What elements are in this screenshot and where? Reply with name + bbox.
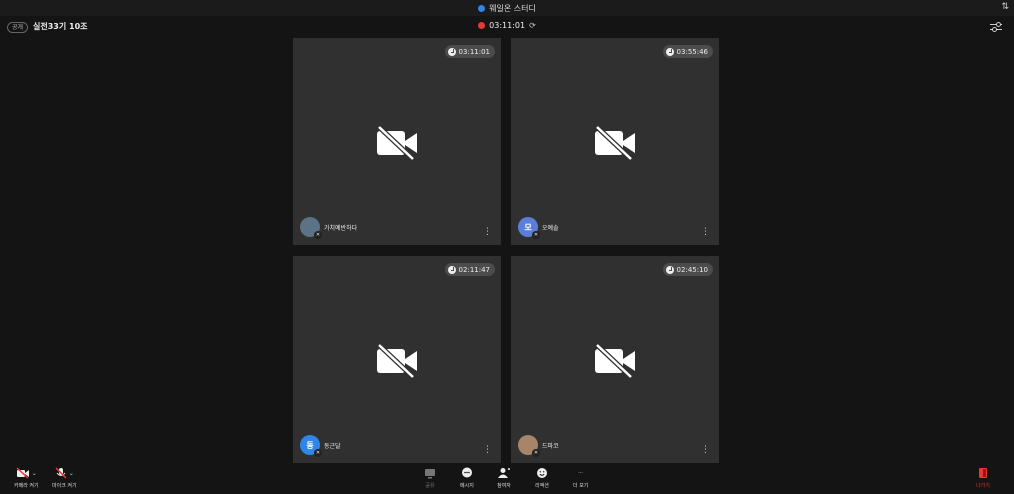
app-title-text: 웨일온 스터디 xyxy=(489,3,536,13)
screen-share-icon xyxy=(425,468,435,478)
participant-tile[interactable]: 03:55:46 모 ✕ 오예솔 ⋮ xyxy=(511,38,719,245)
camera-off-icon xyxy=(595,126,635,160)
participant-name: 오예솔 xyxy=(542,224,559,232)
participant-name: 가치예반하다 xyxy=(324,224,358,232)
avatar: ✕ xyxy=(300,217,322,239)
participant-timer: 03:11:01 xyxy=(444,45,495,58)
reaction-label: 리액션 xyxy=(535,483,549,489)
camera-label: 카메라 켜기 xyxy=(14,483,39,489)
participants-label: 참여자 xyxy=(497,483,511,489)
participant-timer: 02:45:10 xyxy=(662,263,713,276)
participant-tile[interactable]: 02:11:47 동 ✕ 동근달 ⋮ xyxy=(293,256,501,463)
app-title: 웨일온 스터디 xyxy=(0,0,1014,16)
participant-timer: 03:55:46 xyxy=(662,45,713,58)
clock-icon xyxy=(447,265,456,274)
mic-muted-icon: ✕ xyxy=(314,231,322,239)
mic-off-icon xyxy=(55,467,67,479)
participant-info: ✕ 가치예반하다 xyxy=(300,217,358,239)
more-options-icon[interactable]: ⋮ xyxy=(483,228,492,237)
camera-off-icon xyxy=(16,467,29,479)
participant-timer: 02:11:47 xyxy=(444,263,495,276)
exit-door-icon xyxy=(978,468,987,478)
leave-button[interactable]: 나가기 xyxy=(976,466,990,489)
participant-tile[interactable]: 02:45:10 ✕ 드파코 ⋮ xyxy=(511,256,719,463)
more-button[interactable]: ⋯ 더 보기 xyxy=(573,466,588,489)
more-horizontal-icon: ⋯ xyxy=(578,470,584,476)
participant-name: 동근달 xyxy=(324,442,341,450)
reaction-button[interactable]: 리액션 xyxy=(535,466,549,489)
mic-muted-icon: ✕ xyxy=(532,449,540,457)
recording-status: 03:11:01 ⟳ xyxy=(0,21,1014,30)
participant-info: ✕ 드파코 xyxy=(518,435,559,457)
meeting-info-bar: 공개 실전33기 10조 03:11:01 ⟳ xyxy=(0,16,1014,38)
timer-text: 03:55:46 xyxy=(676,47,708,56)
mic-muted-icon: ✕ xyxy=(314,449,322,457)
timer-text: 03:11:01 xyxy=(458,47,490,56)
camera-off-icon xyxy=(595,344,635,378)
message-button[interactable]: 메시지 xyxy=(460,466,474,489)
avatar: ✕ xyxy=(518,435,540,457)
chevron-down-icon[interactable]: ⌄ xyxy=(69,470,74,477)
share-label: 공유 xyxy=(425,483,435,489)
recording-time: 03:11:01 xyxy=(489,21,526,30)
recording-icon xyxy=(478,22,486,29)
leave-label: 나가기 xyxy=(976,483,990,489)
bottom-toolbar: ⌄ 카메라 켜기 ⌄ 마이크 켜기 공유 메시지 참여자 리액션 ⋯ 더 보기 … xyxy=(0,464,1014,494)
participant-info: 동 ✕ 동근달 xyxy=(300,435,341,457)
title-bar: 웨일온 스터디 ⇅ xyxy=(0,0,1014,16)
mic-muted-icon: ✕ xyxy=(532,231,540,239)
clock-icon xyxy=(665,265,674,274)
message-label: 메시지 xyxy=(460,483,474,489)
more-options-icon[interactable]: ⋮ xyxy=(483,446,492,455)
participants-button[interactable]: 참여자 xyxy=(497,466,511,489)
camera-off-icon xyxy=(377,344,417,378)
more-label: 더 보기 xyxy=(573,483,589,489)
timer-text: 02:11:47 xyxy=(458,265,490,274)
mic-label: 마이크 켜기 xyxy=(52,483,77,489)
more-options-icon[interactable]: ⋮ xyxy=(701,446,710,455)
chevron-down-icon[interactable]: ⌄ xyxy=(32,470,37,477)
smile-icon xyxy=(536,468,547,478)
participants-icon xyxy=(498,468,510,478)
participant-info: 모 ✕ 오예솔 xyxy=(518,217,559,239)
whale-logo-icon xyxy=(478,4,486,12)
more-options-icon[interactable]: ⋮ xyxy=(701,228,710,237)
clock-icon xyxy=(447,47,456,56)
share-button[interactable]: 공유 xyxy=(424,466,436,489)
clock-icon xyxy=(665,47,674,56)
sort-icon[interactable]: ⇅ xyxy=(1001,2,1009,12)
participant-tile[interactable]: 03:11:01 ✕ 가치예반하다 ⋮ xyxy=(293,38,501,245)
timer-text: 02:45:10 xyxy=(676,265,708,274)
camera-off-icon xyxy=(377,126,417,160)
camera-button[interactable]: ⌄ 카메라 켜기 xyxy=(14,466,39,489)
chat-icon xyxy=(461,467,472,478)
avatar: 동 ✕ xyxy=(300,435,322,457)
layout-settings-icon[interactable] xyxy=(990,22,1002,32)
avatar: 모 ✕ xyxy=(518,217,540,239)
refresh-icon[interactable]: ⟳ xyxy=(529,21,536,30)
participant-name: 드파코 xyxy=(542,442,559,450)
mic-button[interactable]: ⌄ 마이크 켜기 xyxy=(52,466,77,489)
